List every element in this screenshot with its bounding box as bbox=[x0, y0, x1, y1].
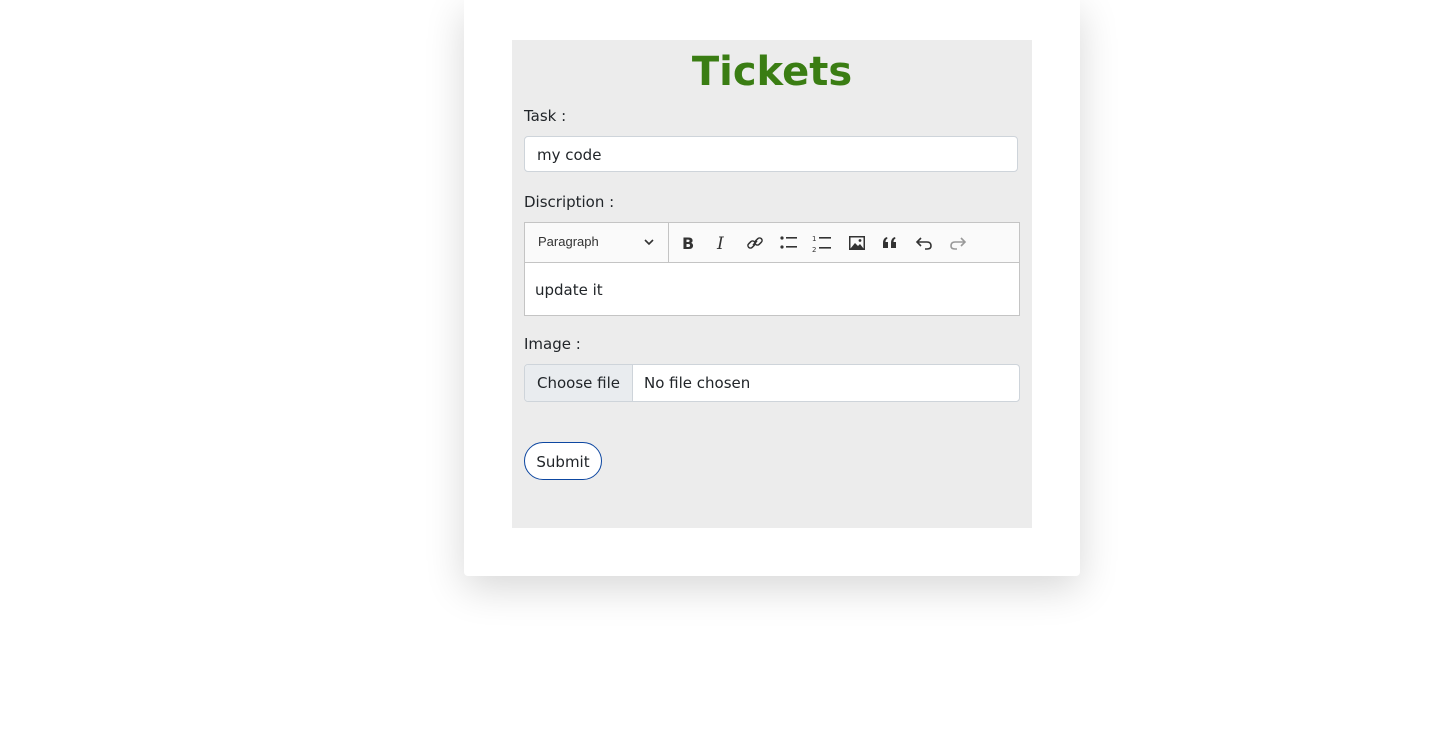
description-editor: Paragraph B I 12 update it bbox=[524, 222, 1020, 316]
svg-text:B: B bbox=[682, 234, 694, 253]
task-input[interactable]: my code bbox=[524, 136, 1018, 172]
task-label: Task : bbox=[524, 107, 567, 125]
submit-label: Submit bbox=[536, 453, 590, 471]
link-icon[interactable] bbox=[744, 232, 766, 254]
redo-icon[interactable] bbox=[947, 232, 969, 254]
image-icon[interactable] bbox=[846, 232, 868, 254]
ticket-card: Tickets Task : my code Discription : Par… bbox=[464, 0, 1080, 576]
page-title: Tickets bbox=[691, 49, 853, 95]
svg-text:1: 1 bbox=[812, 235, 816, 243]
bold-icon[interactable]: B bbox=[677, 232, 699, 254]
heading-dropdown[interactable]: Paragraph bbox=[525, 223, 669, 262]
description-label: Discription : bbox=[524, 193, 615, 211]
editor-toolbar: Paragraph B I 12 bbox=[525, 223, 1019, 263]
svg-text:2: 2 bbox=[812, 246, 816, 254]
blockquote-icon[interactable] bbox=[879, 232, 901, 254]
choose-file-button[interactable]: Choose file bbox=[525, 365, 633, 401]
heading-dropdown-value: Paragraph bbox=[538, 234, 599, 249]
numbered-list-icon[interactable]: 12 bbox=[811, 232, 833, 254]
choose-file-label: Choose file bbox=[537, 374, 620, 392]
image-file-input[interactable]: Choose file No file chosen bbox=[524, 364, 1020, 402]
chevron-down-icon bbox=[644, 239, 654, 246]
italic-icon[interactable]: I bbox=[711, 232, 733, 254]
svg-text:I: I bbox=[716, 234, 724, 254]
submit-button[interactable]: Submit bbox=[524, 442, 602, 480]
image-label: Image : bbox=[524, 335, 581, 353]
undo-icon[interactable] bbox=[913, 232, 935, 254]
bulleted-list-icon[interactable] bbox=[778, 232, 800, 254]
editor-content[interactable]: update it bbox=[525, 263, 1019, 315]
task-input-value: my code bbox=[537, 146, 602, 164]
editor-content-text: update it bbox=[535, 281, 603, 299]
ticket-form: Tickets Task : my code Discription : Par… bbox=[512, 40, 1032, 528]
file-status: No file chosen bbox=[644, 374, 751, 392]
